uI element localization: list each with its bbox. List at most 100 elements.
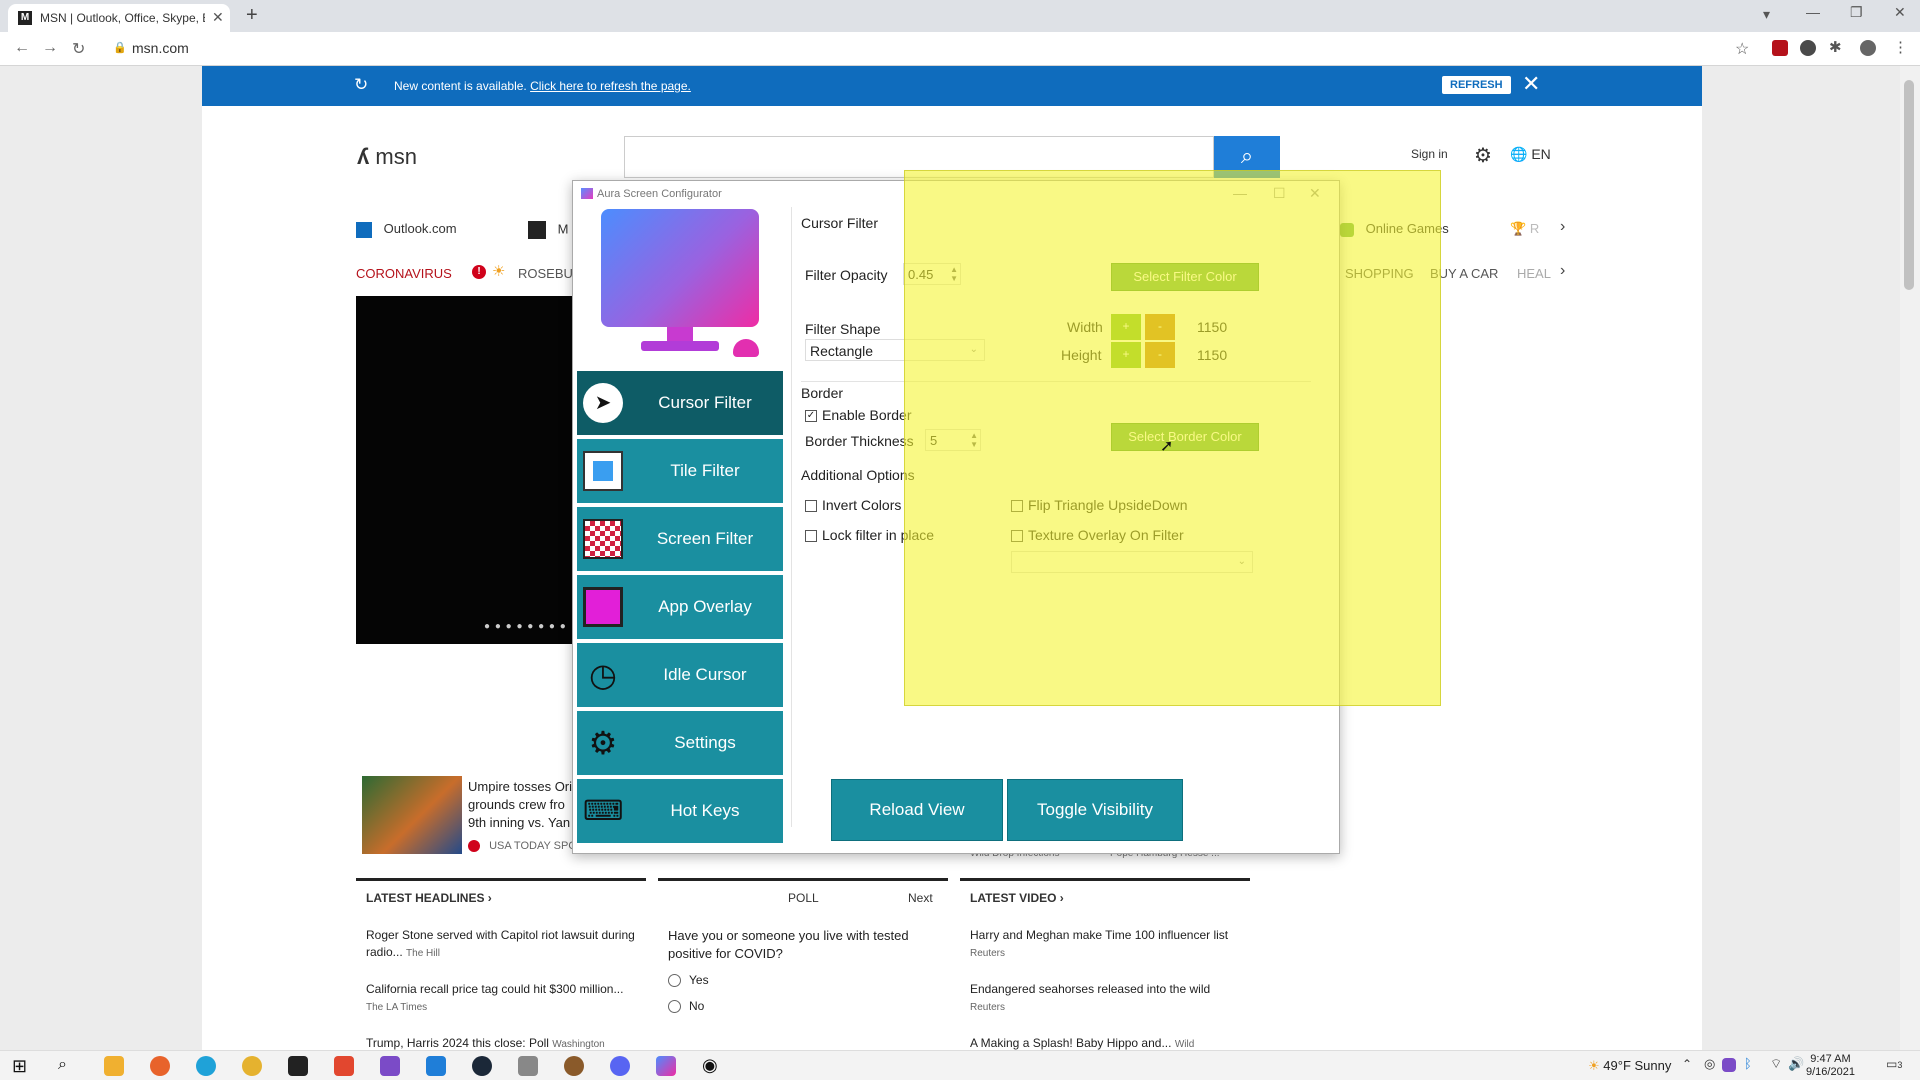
reload-view-button[interactable]: Reload View (831, 779, 1003, 841)
back-icon[interactable]: ← (14, 39, 30, 57)
edge-icon[interactable] (196, 1056, 216, 1076)
restore-icon[interactable]: ❐ (1850, 4, 1863, 21)
news-card-title[interactable]: Umpire tosses Ori grounds crew fro 9th i… (468, 778, 578, 832)
search-button[interactable]: ⌕ (1214, 136, 1280, 178)
tray-app-icon[interactable] (1722, 1058, 1736, 1072)
width-increase-button[interactable]: + (1111, 314, 1141, 340)
tab-search-icon[interactable]: ▾ (1763, 6, 1770, 23)
weather-widget[interactable]: ☀ 49°F Sunny (1588, 1058, 1671, 1074)
hero-carousel[interactable]: ● ● ● ● ● ● ● ● (356, 296, 572, 644)
sidebar-idle-cursor[interactable]: ◷ Idle Cursor (577, 643, 783, 707)
sidebar-settings[interactable]: ⚙ Settings (577, 711, 783, 775)
url-field[interactable]: msn.com (132, 40, 189, 56)
quicklink-rewards[interactable]: 🏆 R (1510, 221, 1539, 237)
width-decrease-button[interactable]: - (1145, 314, 1175, 340)
latest-video-header[interactable]: LATEST VIDEO › (970, 891, 1064, 905)
texture-overlay-checkbox[interactable]: Texture Overlay On Filter (1011, 527, 1184, 543)
extensions-puzzle-icon[interactable]: ✱ (1829, 38, 1842, 56)
extension-red-icon[interactable] (1772, 40, 1788, 56)
nav-coronavirus[interactable]: CORONAVIRUS (356, 266, 452, 281)
reload-icon[interactable]: ↻ (72, 39, 85, 59)
file-explorer-icon[interactable] (104, 1056, 124, 1076)
headline-item[interactable]: California recall price tag could hit $3… (366, 981, 636, 1016)
checkbox-icon[interactable] (1011, 500, 1023, 513)
bluetooth-icon[interactable]: ᛒ (1744, 1056, 1752, 1071)
toggle-visibility-button[interactable]: Toggle Visibility (1007, 779, 1183, 841)
browser-menu-icon[interactable]: ⋮ (1893, 38, 1908, 56)
close-banner-icon[interactable]: ✕ (1522, 71, 1540, 97)
sidebar-app-overlay[interactable]: App Overlay (577, 575, 783, 639)
visual-studio-icon[interactable] (380, 1056, 400, 1076)
enable-border-checkbox[interactable]: ✓ Enable Border (805, 407, 912, 423)
poll-next-link[interactable]: Next (908, 891, 933, 905)
quicklink-outlook[interactable]: Outlook.com (356, 221, 457, 238)
radio-icon[interactable] (668, 974, 681, 988)
filter-opacity-spinner[interactable]: 0.45 ▲ ▼ (903, 263, 961, 285)
radio-icon[interactable] (668, 1000, 681, 1014)
latest-headlines-header[interactable]: LATEST HEADLINES › (366, 891, 492, 905)
settings-gear-icon[interactable]: ⚙ (1474, 143, 1492, 168)
refresh-button[interactable]: REFRESH (1442, 76, 1511, 94)
video-item[interactable]: Endangered seahorses released into the w… (970, 981, 1240, 1016)
msn-logo[interactable]: ʎ msn (357, 144, 417, 170)
start-windows-icon[interactable]: ⊞ (12, 1056, 27, 1077)
nav-buy-a-car[interactable]: BUY A CAR (1430, 266, 1498, 281)
extension-circle-icon[interactable] (1800, 40, 1816, 56)
sidebar-cursor-filter[interactable]: ➤ Cursor Filter (577, 371, 783, 435)
app-maximize-icon[interactable]: ☐ (1273, 185, 1286, 202)
border-thickness-spinner[interactable]: 5 ▲ ▼ (925, 429, 981, 451)
nav-shopping[interactable]: SHOPPING (1345, 266, 1414, 281)
lock-filter-checkbox[interactable]: Lock filter in place (805, 527, 934, 543)
browser-tab[interactable]: M MSN | Outlook, Office, Skype, Bi ✕ (8, 4, 230, 32)
vs-code-icon[interactable] (426, 1056, 446, 1076)
news-thumbnail[interactable] (362, 776, 462, 854)
notifications-icon[interactable]: ▭3 (1886, 1057, 1902, 1071)
quicklinks-next-icon[interactable]: › (1560, 218, 1565, 236)
taskbar-search-icon[interactable]: ⌕ (58, 1056, 67, 1074)
red-app-icon[interactable] (334, 1056, 354, 1076)
aura-taskbar-icon[interactable] (656, 1056, 676, 1076)
sidebar-hot-keys[interactable]: ⌨ Hot Keys (577, 779, 783, 843)
select-border-color-button[interactable]: Select Border Color (1111, 423, 1259, 451)
headline-item[interactable]: Roger Stone served with Capitol riot law… (366, 927, 636, 962)
close-window-icon[interactable]: ✕ (1894, 4, 1906, 21)
search-input[interactable] (624, 136, 1214, 178)
terminal-icon[interactable] (288, 1056, 308, 1076)
sidebar-screen-filter[interactable]: Screen Filter (577, 507, 783, 571)
quicklink-online-games[interactable]: Online Games (1340, 221, 1449, 237)
close-tab-icon[interactable]: ✕ (212, 9, 224, 26)
steam-icon[interactable] (472, 1056, 492, 1076)
wifi-icon[interactable]: ⌔ (1770, 1056, 1782, 1072)
tray-expand-icon[interactable]: ⌃ (1682, 1057, 1692, 1071)
invert-colors-checkbox[interactable]: Invert Colors (805, 497, 901, 513)
checkbox-icon[interactable] (805, 500, 817, 513)
height-increase-button[interactable]: + (1111, 342, 1141, 368)
video-item[interactable]: Harry and Meghan make Time 100 influence… (970, 927, 1240, 962)
forward-icon[interactable]: → (42, 39, 58, 57)
spinner-arrows-icon[interactable]: ▲ ▼ (950, 265, 958, 283)
profile-avatar-icon[interactable] (1860, 40, 1876, 56)
sidebar-tile-filter[interactable]: Tile Filter (577, 439, 783, 503)
carousel-dots[interactable]: ● ● ● ● ● ● ● ● (484, 621, 567, 632)
new-tab-icon[interactable]: + (246, 4, 258, 27)
poll-option-yes[interactable]: Yes (668, 973, 709, 988)
app-close-icon[interactable]: ✕ (1309, 185, 1321, 202)
refresh-link[interactable]: Click here to refresh the page. (530, 79, 691, 93)
select-filter-color-button[interactable]: Select Filter Color (1111, 263, 1259, 291)
quicklink-office[interactable]: M (528, 221, 568, 239)
tray-icon[interactable]: ◎ (1704, 1056, 1715, 1072)
nav-next-icon[interactable]: › (1560, 262, 1565, 280)
checkbox-checked-icon[interactable]: ✓ (805, 410, 817, 423)
scrollbar-thumb[interactable] (1904, 80, 1914, 290)
brown-app-icon[interactable] (564, 1056, 584, 1076)
height-decrease-button[interactable]: - (1145, 342, 1175, 368)
app-minimize-icon[interactable]: — (1233, 185, 1247, 201)
obs-icon[interactable]: ◉ (702, 1055, 718, 1076)
bookmark-star-icon[interactable]: ☆ (1735, 39, 1749, 59)
checkbox-icon[interactable] (1011, 530, 1023, 543)
volume-icon[interactable]: 🔊 (1788, 1056, 1804, 1072)
poll-option-no[interactable]: No (668, 999, 704, 1014)
mouse-app-icon[interactable] (518, 1056, 538, 1076)
checkbox-icon[interactable] (805, 530, 817, 543)
spinner-arrows-icon[interactable]: ▲ ▼ (970, 431, 978, 449)
